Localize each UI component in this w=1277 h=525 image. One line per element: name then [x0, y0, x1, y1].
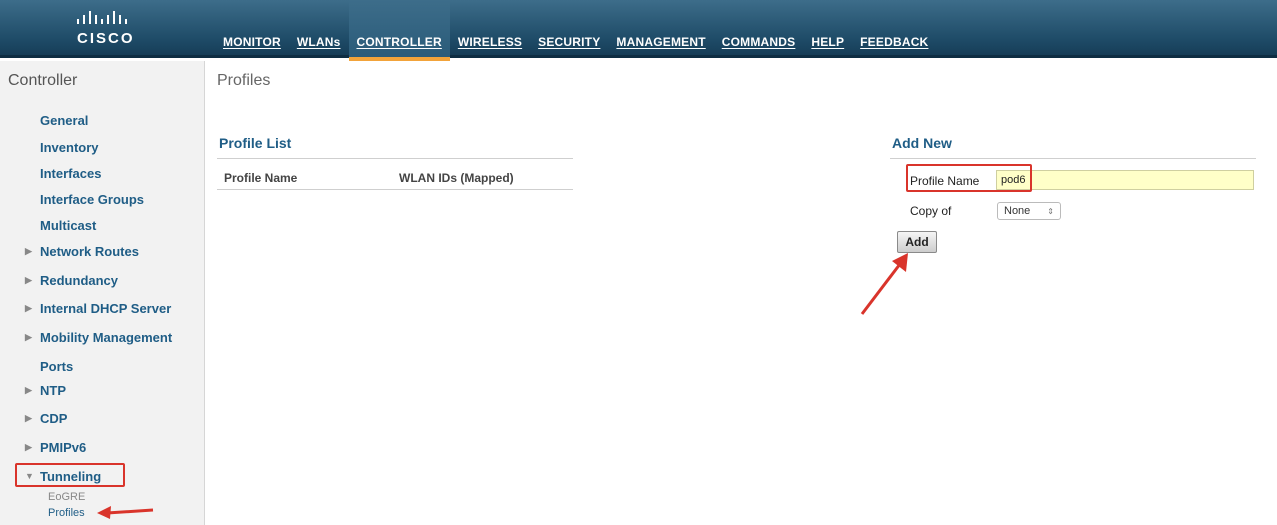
sidebar-item-label: Tunneling	[40, 469, 102, 484]
expand-arrow-icon: ▶	[25, 246, 32, 256]
sidebar-item-label: PMIPv6	[40, 440, 87, 455]
add-button[interactable]: Add	[897, 231, 937, 253]
expand-arrow-icon: ▶	[25, 275, 32, 285]
profile-name-label: Profile Name	[910, 174, 980, 188]
nav-controller[interactable]: CONTROLLER	[348, 0, 451, 61]
sidebar-item-multicast[interactable]: Multicast	[40, 218, 96, 233]
sidebar-item-mobility-management[interactable]: ▶ Mobility Management	[25, 330, 173, 345]
expand-arrow-icon: ▶	[25, 413, 32, 423]
divider	[217, 189, 573, 190]
expand-arrow-icon: ▶	[25, 385, 32, 395]
profile-name-input[interactable]	[996, 170, 1254, 190]
sidebar-title: Controller	[8, 72, 78, 89]
copy-of-select[interactable]: None ⇕	[997, 202, 1061, 220]
page-title: Profiles	[217, 72, 271, 89]
collapse-arrow-icon: ▼	[25, 471, 34, 481]
pointer-arrow-icon	[97, 506, 154, 519]
top-header: CISCO MONITOR WLANs CONTROLLER WIRELESS …	[0, 0, 1277, 61]
sidebar-item-ntp[interactable]: ▶ NTP	[25, 383, 66, 398]
nav-security[interactable]: SECURITY	[530, 0, 608, 58]
nav-commands[interactable]: COMMANDS	[714, 0, 804, 58]
cisco-logo: CISCO	[75, 10, 155, 50]
sidebar: Controller General Inventory Interfaces …	[0, 61, 205, 525]
add-new-title: Add New	[892, 135, 952, 151]
nav-management[interactable]: MANAGEMENT	[608, 0, 713, 58]
main-nav: MONITOR WLANs CONTROLLER WIRELESS SECURI…	[215, 0, 936, 61]
divider	[217, 158, 573, 159]
nav-help[interactable]: HELP	[803, 0, 852, 58]
copy-of-value: None	[1004, 205, 1031, 217]
profile-list-title: Profile List	[219, 135, 292, 151]
sidebar-item-interfaces[interactable]: Interfaces	[40, 166, 101, 181]
sidebar-item-ports[interactable]: Ports	[40, 359, 73, 374]
select-arrows-icon: ⇕	[1047, 206, 1054, 216]
sidebar-item-label: Network Routes	[40, 244, 139, 259]
expand-arrow-icon: ▶	[25, 332, 32, 342]
sidebar-item-label: NTP	[40, 383, 66, 398]
sidebar-item-label: Internal DHCP Server	[40, 301, 172, 316]
sidebar-item-internal-dhcp-server[interactable]: ▶ Internal DHCP Server	[25, 301, 172, 316]
sidebar-item-pmipv6[interactable]: ▶ PMIPv6	[25, 440, 87, 455]
sidebar-item-label: Redundancy	[40, 273, 119, 288]
column-header-profile-name: Profile Name	[224, 171, 298, 185]
cisco-bars-icon	[77, 11, 127, 24]
nav-wlans[interactable]: WLANs	[289, 0, 349, 58]
sidebar-subitem-eogre[interactable]: EoGRE	[48, 491, 85, 503]
sidebar-item-network-routes[interactable]: ▶ Network Routes	[25, 244, 139, 259]
nav-wireless[interactable]: WIRELESS	[450, 0, 530, 58]
sidebar-item-inventory[interactable]: Inventory	[40, 140, 99, 155]
nav-feedback[interactable]: FEEDBACK	[852, 0, 936, 58]
copy-of-label: Copy of	[910, 204, 952, 218]
sidebar-item-interface-groups[interactable]: Interface Groups	[40, 192, 144, 207]
logo-text: CISCO	[77, 30, 135, 47]
sidebar-item-general[interactable]: General	[40, 113, 88, 128]
divider	[890, 158, 1256, 159]
sidebar-item-label: CDP	[40, 411, 68, 426]
sidebar-item-label: Mobility Management	[40, 330, 173, 345]
sidebar-item-cdp[interactable]: ▶ CDP	[25, 411, 68, 426]
expand-arrow-icon: ▶	[25, 303, 32, 313]
expand-arrow-icon: ▶	[25, 442, 32, 452]
pointer-arrow-icon	[860, 253, 908, 315]
nav-monitor[interactable]: MONITOR	[215, 0, 289, 58]
sidebar-item-redundancy[interactable]: ▶ Redundancy	[25, 273, 119, 288]
sidebar-item-tunneling[interactable]: ▼ Tunneling	[25, 469, 102, 484]
sidebar-subitem-profiles[interactable]: Profiles	[48, 507, 85, 519]
column-header-wlan-ids: WLAN IDs (Mapped)	[399, 171, 514, 185]
